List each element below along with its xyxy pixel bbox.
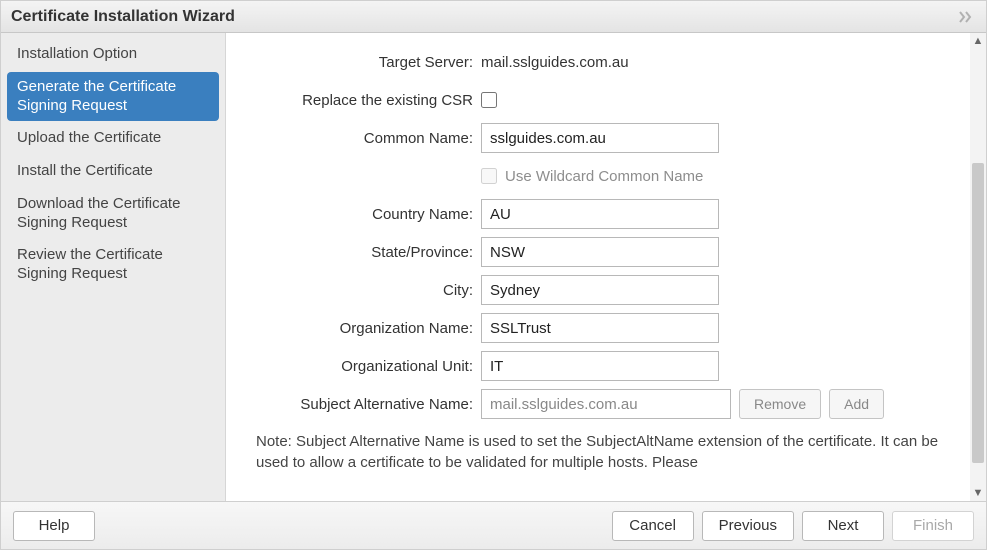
- scroll-down-icon[interactable]: ▼: [970, 485, 986, 501]
- input-country[interactable]: [481, 199, 719, 229]
- san-note: Note: Subject Alternative Name is used t…: [256, 431, 950, 473]
- titlebar: Certificate Installation Wizard: [1, 1, 986, 33]
- scroll-thumb[interactable]: [972, 163, 984, 463]
- form-scrollpane: Target Server: mail.sslguides.com.au Rep…: [226, 33, 970, 501]
- checkbox-wildcard: [481, 168, 497, 184]
- add-san-button: Add: [829, 389, 884, 419]
- finish-button: Finish: [892, 511, 974, 541]
- previous-button[interactable]: Previous: [702, 511, 794, 541]
- next-button[interactable]: Next: [802, 511, 884, 541]
- row-organizational-unit: Organizational Unit:: [256, 351, 950, 381]
- nav-upload-certificate[interactable]: Upload the Certificate: [7, 123, 219, 154]
- label-state: State/Province:: [256, 244, 481, 261]
- row-organization: Organization Name:: [256, 313, 950, 343]
- label-wildcard: Use Wildcard Common Name: [505, 168, 703, 185]
- value-target-server: mail.sslguides.com.au: [481, 54, 629, 71]
- remove-san-button: Remove: [739, 389, 821, 419]
- input-organization[interactable]: [481, 313, 719, 343]
- row-common-name: Common Name:: [256, 123, 950, 153]
- window-title: Certificate Installation Wizard: [11, 8, 235, 26]
- label-country: Country Name:: [256, 206, 481, 223]
- label-target-server: Target Server:: [256, 54, 481, 71]
- cancel-button[interactable]: Cancel: [612, 511, 694, 541]
- label-replace-csr: Replace the existing CSR: [256, 92, 481, 109]
- nav-installation-option[interactable]: Installation Option: [7, 39, 219, 70]
- input-city[interactable]: [481, 275, 719, 305]
- row-replace-csr: Replace the existing CSR: [256, 85, 950, 115]
- wizard-window: Certificate Installation Wizard Installa…: [0, 0, 987, 550]
- wizard-sidebar: Installation Option Generate the Certifi…: [1, 33, 226, 501]
- vertical-scrollbar[interactable]: ▲ ▼: [970, 33, 986, 501]
- scroll-up-icon[interactable]: ▲: [970, 33, 986, 49]
- row-city: City:: [256, 275, 950, 305]
- nav-generate-csr[interactable]: Generate the Certificate Signing Request: [7, 72, 219, 122]
- expand-icon[interactable]: [958, 10, 976, 24]
- row-country: Country Name:: [256, 199, 950, 229]
- checkbox-replace-csr[interactable]: [481, 92, 497, 108]
- wizard-footer: Help Cancel Previous Next Finish: [1, 501, 986, 549]
- nav-install-certificate[interactable]: Install the Certificate: [7, 156, 219, 187]
- wizard-body: Installation Option Generate the Certifi…: [1, 33, 986, 501]
- label-organizational-unit: Organizational Unit:: [256, 358, 481, 375]
- help-button[interactable]: Help: [13, 511, 95, 541]
- input-san[interactable]: [481, 389, 731, 419]
- row-san: Subject Alternative Name: Remove Add: [256, 389, 950, 419]
- label-common-name: Common Name:: [256, 130, 481, 147]
- nav-review-csr[interactable]: Review the Certificate Signing Request: [7, 240, 219, 290]
- label-san: Subject Alternative Name:: [256, 396, 481, 413]
- row-target-server: Target Server: mail.sslguides.com.au: [256, 47, 950, 77]
- row-state: State/Province:: [256, 237, 950, 267]
- label-organization: Organization Name:: [256, 320, 481, 337]
- nav-download-csr[interactable]: Download the Certificate Signing Request: [7, 189, 219, 239]
- input-state[interactable]: [481, 237, 719, 267]
- input-organizational-unit[interactable]: [481, 351, 719, 381]
- input-common-name[interactable]: [481, 123, 719, 153]
- wizard-main: Target Server: mail.sslguides.com.au Rep…: [226, 33, 986, 501]
- label-city: City:: [256, 282, 481, 299]
- row-wildcard: Use Wildcard Common Name: [256, 161, 950, 191]
